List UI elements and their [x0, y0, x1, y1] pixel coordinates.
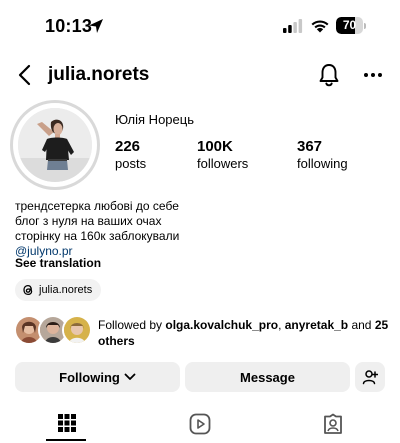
see-translation-link[interactable]: See translation [15, 256, 101, 270]
battery-percent: 70 [342, 18, 357, 32]
mutual-follower-name[interactable]: olga.kovalchuk_pro [165, 318, 278, 332]
status-bar: 10:13 70 [0, 0, 400, 52]
profile-username: julia.norets [48, 64, 150, 85]
followed-by-text[interactable]: Followed by olga.kovalchuk_pro, anyretak… [98, 317, 390, 349]
more-options-icon[interactable] [362, 64, 384, 86]
profile-avatar-ring[interactable] [10, 100, 100, 190]
avatar[interactable] [18, 108, 92, 182]
cellular-signal-icon [283, 19, 303, 33]
following-count: 367 [297, 138, 323, 155]
profile-full-name: Юлія Норець [115, 112, 194, 127]
message-button-label: Message [240, 369, 295, 385]
wifi-icon [311, 20, 329, 33]
followed-by-prefix: Followed by [98, 318, 166, 332]
profile-bio: трендсетерка любові до себе блог з нуля … [15, 199, 179, 259]
status-time: 10:13 [45, 16, 93, 36]
tab-posts-grid[interactable] [0, 407, 133, 443]
avatar [62, 315, 92, 345]
threads-handle: julia.norets [39, 284, 93, 296]
bio-line: сторінку на 160к заблокували [15, 229, 180, 243]
followed-by-and: and [348, 318, 375, 332]
posts-count: 226 [115, 138, 141, 155]
following-button-label: Following [59, 369, 120, 385]
following-stat[interactable]: 367 following [297, 138, 348, 172]
following-button[interactable]: Following [15, 362, 180, 392]
message-button[interactable]: Message [185, 362, 350, 392]
followed-by-separator: , [278, 318, 285, 332]
reels-icon [189, 413, 210, 435]
bio-line: трендсетерка любові до себе [15, 199, 179, 213]
followers-stat[interactable]: 100K followers [197, 138, 248, 172]
grid-icon [57, 414, 76, 432]
location-arrow-icon [89, 19, 103, 33]
suggested-users-button[interactable] [355, 362, 385, 392]
following-label: following [297, 156, 348, 171]
posts-stat[interactable]: 226 posts [115, 138, 146, 172]
chevron-down-icon [124, 373, 136, 380]
back-arrow-icon[interactable] [16, 64, 36, 86]
mutual-followers-avatars[interactable] [14, 315, 94, 347]
battery-indicator: 70 [336, 17, 366, 34]
mutual-follower-name[interactable]: anyretak_b [285, 318, 348, 332]
add-user-icon [362, 370, 378, 385]
bio-line: блог з нуля на ваших очах [15, 214, 162, 228]
bell-icon[interactable] [318, 63, 340, 87]
tab-reels[interactable] [133, 407, 266, 443]
followers-label: followers [197, 156, 249, 171]
posts-label: posts [115, 156, 147, 171]
tagged-icon [323, 413, 342, 434]
threads-icon [23, 284, 33, 296]
active-tab-indicator [46, 439, 86, 441]
threads-profile-chip[interactable]: julia.norets [15, 279, 102, 301]
tab-tagged[interactable] [266, 407, 399, 443]
followers-count: 100K [197, 138, 233, 155]
